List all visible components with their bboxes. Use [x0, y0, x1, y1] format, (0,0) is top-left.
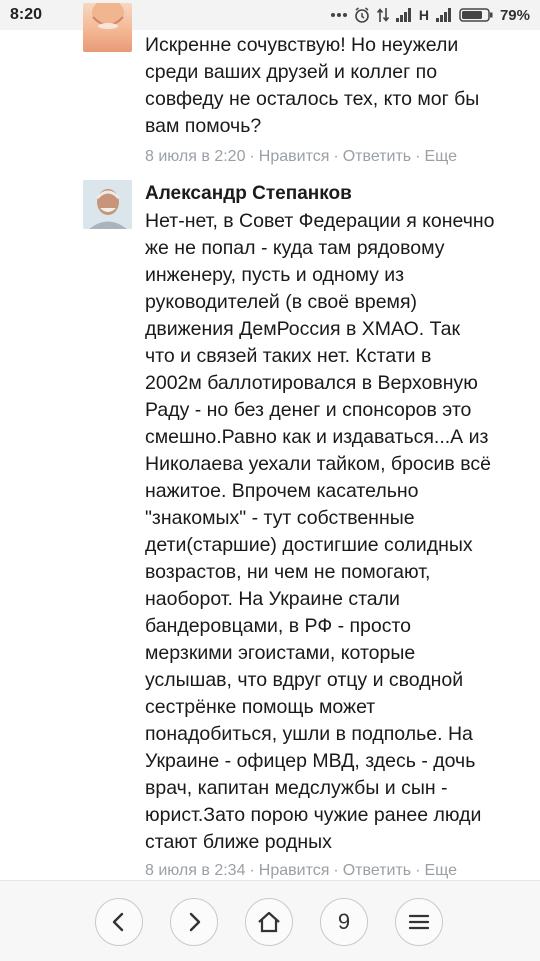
comment-author[interactable]: Александр Степанков: [145, 183, 352, 205]
comment-date[interactable]: 8 июля в 2:34: [145, 862, 245, 879]
tab-count: 9: [337, 909, 351, 934]
comment-meta: 8 июля в 2:34 · Нравится · Ответить · Еще: [145, 862, 457, 880]
comment: Александр Степанков Нет-нет, в Совет Фед…: [0, 0, 540, 880]
avatar[interactable]: [83, 180, 132, 229]
reply-link[interactable]: Ответить: [343, 862, 411, 879]
more-link[interactable]: Еще: [424, 862, 457, 879]
forward-button[interactable]: [170, 898, 218, 946]
browser-navbar: 9: [0, 880, 540, 961]
tabs-button[interactable]: 9: [320, 898, 368, 946]
back-button[interactable]: [95, 898, 143, 946]
meta-separator: ·: [415, 862, 421, 879]
meta-separator: ·: [249, 862, 255, 879]
comment-text: Нет-нет, в Совет Федерации я конечно же …: [145, 210, 495, 853]
back-icon: [110, 912, 128, 932]
forward-icon: [185, 912, 203, 932]
menu-button[interactable]: [395, 898, 443, 946]
home-icon: [257, 911, 281, 933]
menu-icon: [408, 913, 430, 931]
meta-separator: ·: [333, 862, 339, 879]
like-link[interactable]: Нравится: [259, 862, 330, 879]
home-button[interactable]: [245, 898, 293, 946]
